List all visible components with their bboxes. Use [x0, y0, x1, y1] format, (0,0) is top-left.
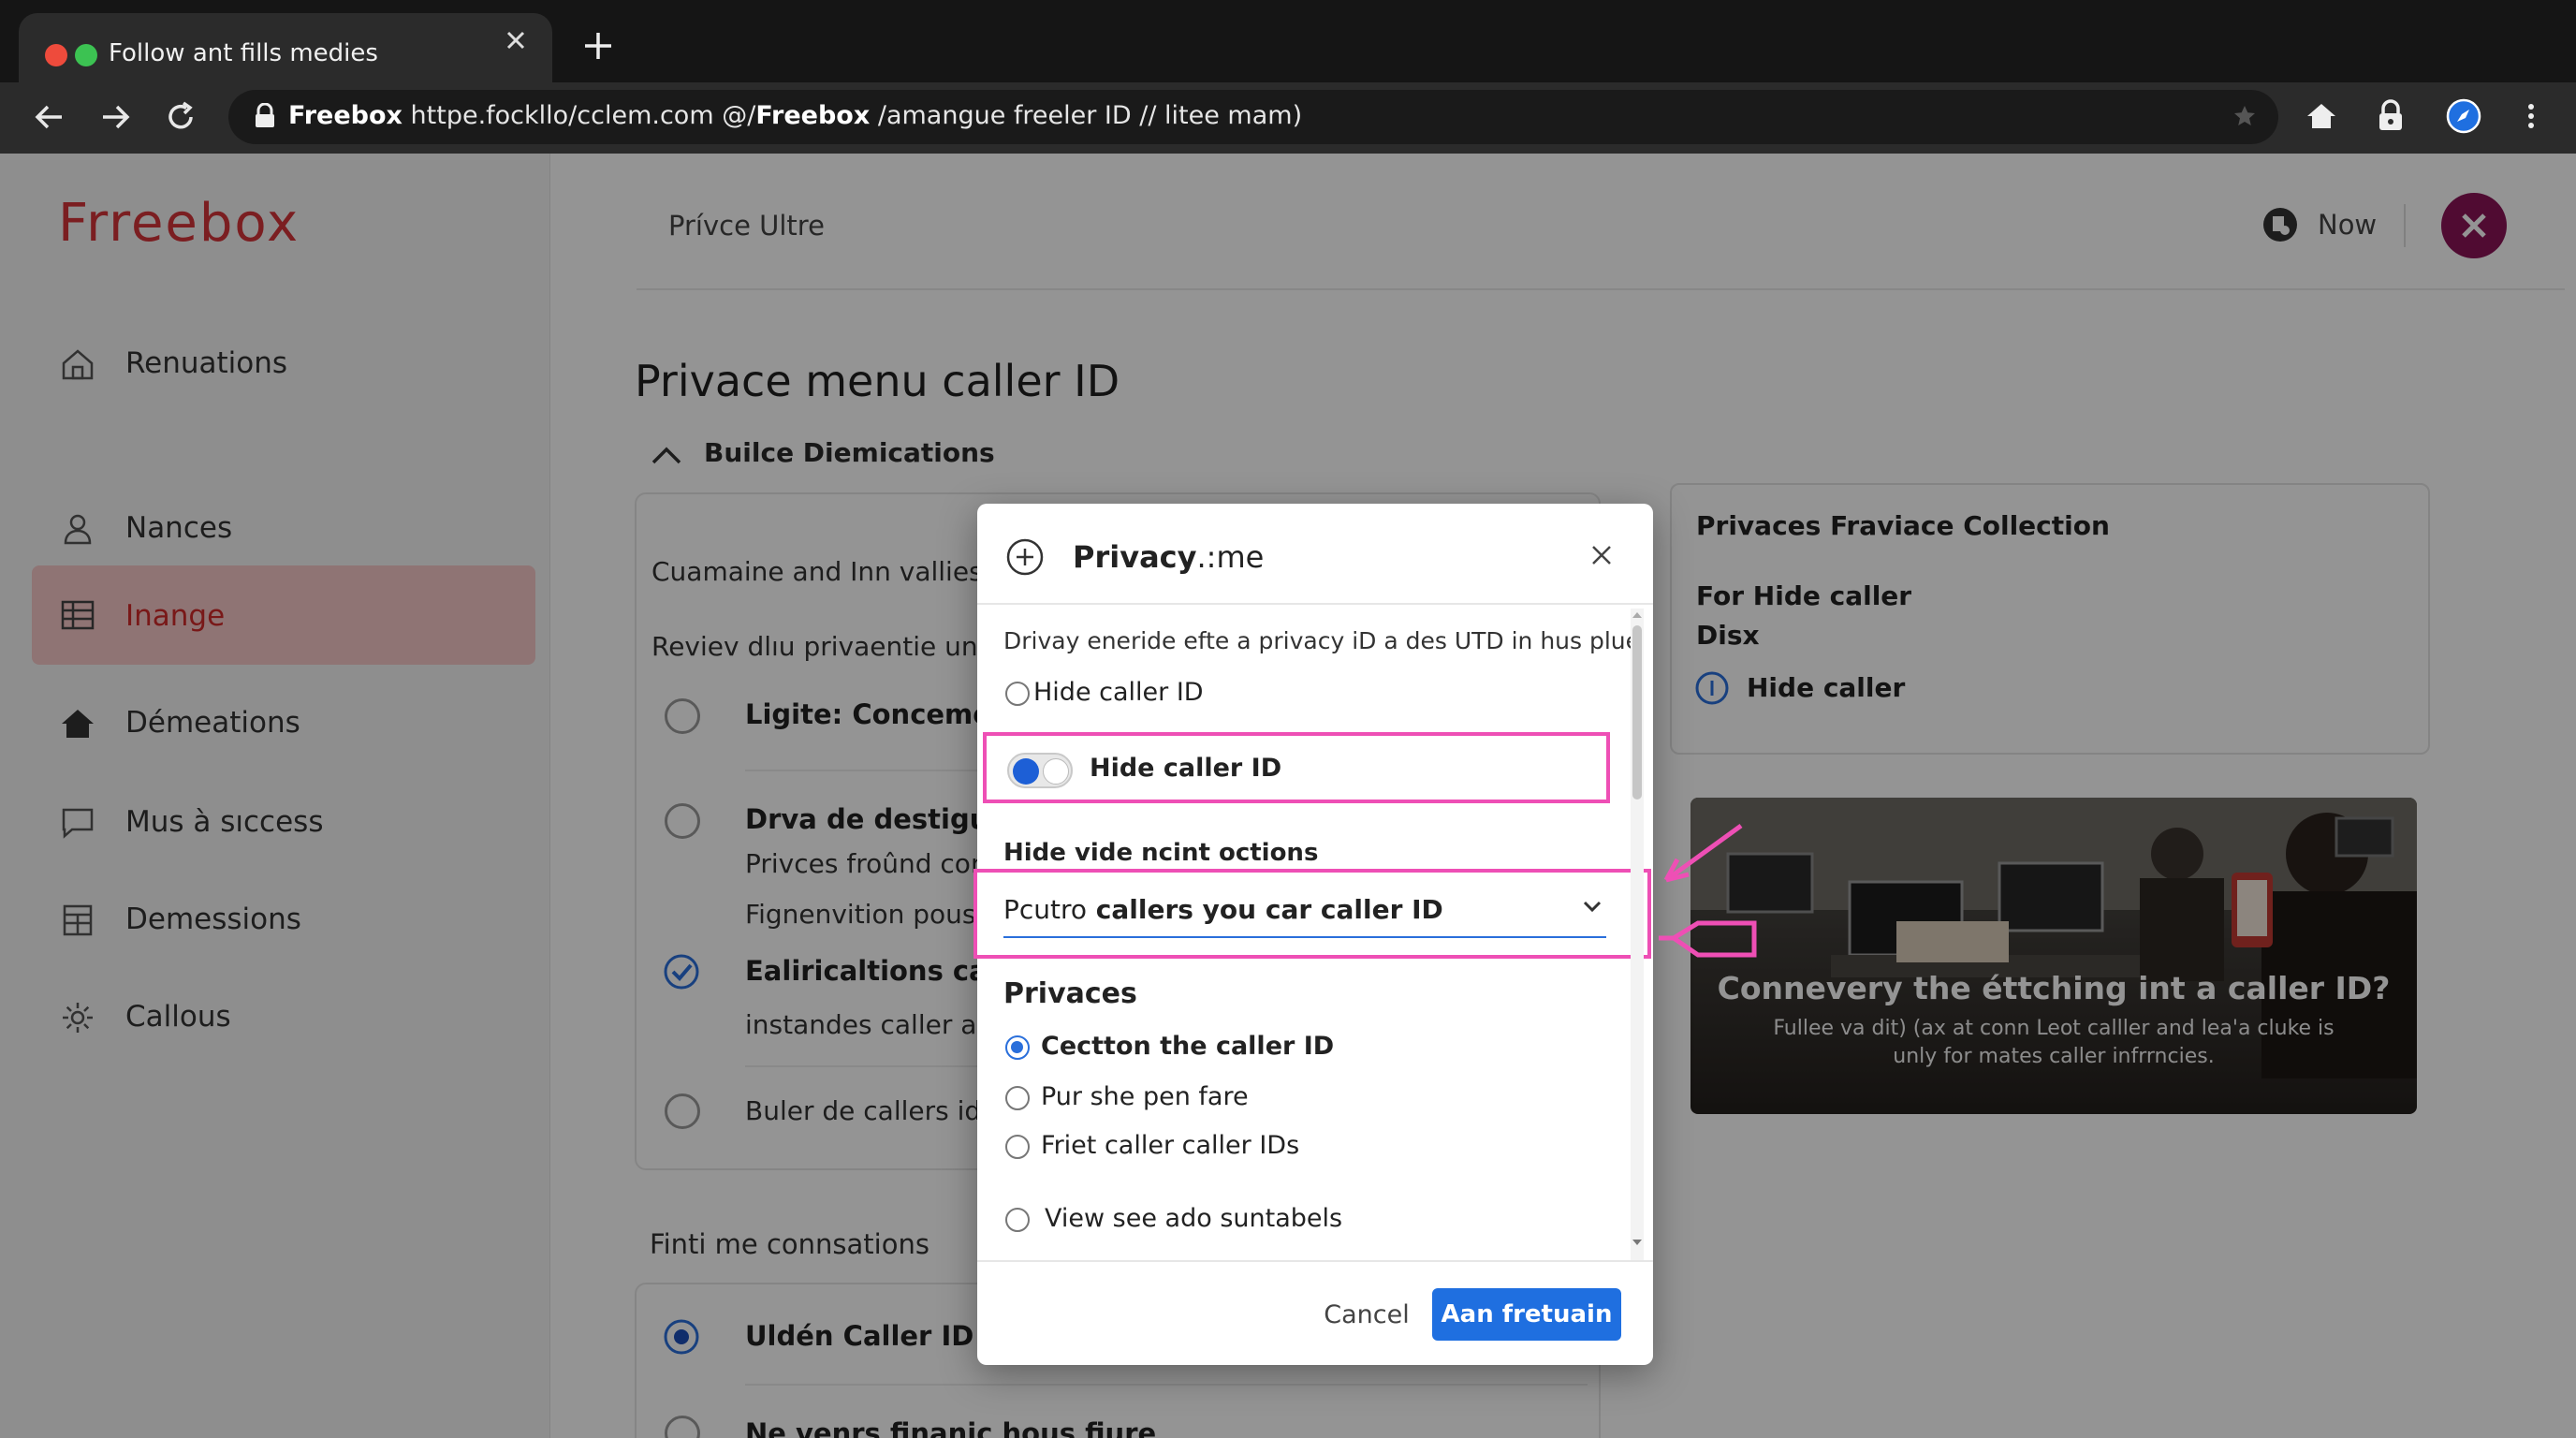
select-underline	[1003, 936, 1606, 938]
dialog-footer-divider	[977, 1260, 1653, 1262]
toggle-knob	[1043, 758, 1069, 785]
confirm-button[interactable]: Aan fretuain	[1432, 1288, 1621, 1341]
reload-icon[interactable]	[161, 97, 200, 137]
password-lock-icon[interactable]	[2372, 97, 2409, 135]
hide-caller-id-toggle[interactable]	[1007, 753, 1073, 788]
caller-id-select[interactable]: Pcutro callers you car caller ID	[1003, 894, 1443, 925]
option-label[interactable]: Friet caller caller IDs	[1041, 1131, 1299, 1160]
toggle-knob-on	[1013, 758, 1039, 785]
compass-extension-icon[interactable]	[2445, 97, 2482, 135]
option-radio[interactable]	[1005, 1086, 1030, 1110]
window-close-dot[interactable]	[45, 44, 67, 66]
hide-caller-id-radio[interactable]	[1005, 682, 1030, 706]
dialog-header-divider	[977, 603, 1653, 605]
option-label[interactable]: Cectton the caller ID	[1041, 1032, 1334, 1061]
chevron-down-icon[interactable]	[1582, 899, 1603, 914]
scroll-down-arrow-icon[interactable]	[1631, 1236, 1644, 1249]
hide-caller-id-toggle-label: Hide caller ID	[1090, 754, 1282, 783]
privaces-group-title: Privaces	[1003, 977, 1137, 1010]
dialog-title: Privacy.:me	[1073, 539, 1265, 575]
toggle-highlight-box	[983, 732, 1610, 803]
option-radio-selected[interactable]	[1005, 1035, 1030, 1060]
bookmark-star-icon[interactable]	[2232, 103, 2258, 129]
tab-title: Follow ant fills medies	[109, 39, 378, 67]
address-url[interactable]: Freebox httpe.fockllo/cclem.com @/Freebo…	[288, 101, 1302, 130]
new-tab-icon[interactable]	[580, 28, 616, 64]
home-toolbar-icon[interactable]	[2303, 97, 2340, 135]
option-label[interactable]: View see ado suntabels	[1045, 1204, 1342, 1233]
back-icon[interactable]	[30, 97, 69, 137]
browser-tab[interactable]: Follow ant fills medies	[19, 13, 552, 82]
browser-menu-icon[interactable]	[2512, 97, 2550, 135]
hide-caller-id-radio-label: Hide caller ID	[1033, 678, 1204, 707]
dialog-close-icon[interactable]	[1589, 543, 1614, 567]
option-label[interactable]: Pur she pen fare	[1041, 1082, 1249, 1111]
option-radio[interactable]	[1005, 1208, 1030, 1232]
tab-close-icon[interactable]	[504, 28, 528, 52]
site-info-icon[interactable]	[253, 103, 277, 129]
annotation-arrows	[1659, 823, 1757, 958]
scroll-up-arrow-icon[interactable]	[1631, 609, 1644, 622]
cancel-button[interactable]: Cancel	[1314, 1290, 1419, 1339]
dialog-description: Drivay eneride efte a privacy iD a des U…	[1003, 627, 1641, 654]
add-circle-icon	[1006, 538, 1044, 576]
option-radio[interactable]	[1005, 1135, 1030, 1159]
forward-icon[interactable]	[95, 97, 135, 137]
window-zoom-dot[interactable]	[75, 44, 97, 66]
dialog-scrollbar-thumb[interactable]	[1632, 625, 1642, 800]
select-section-label: Hide vide ncint octions	[1003, 839, 1319, 867]
